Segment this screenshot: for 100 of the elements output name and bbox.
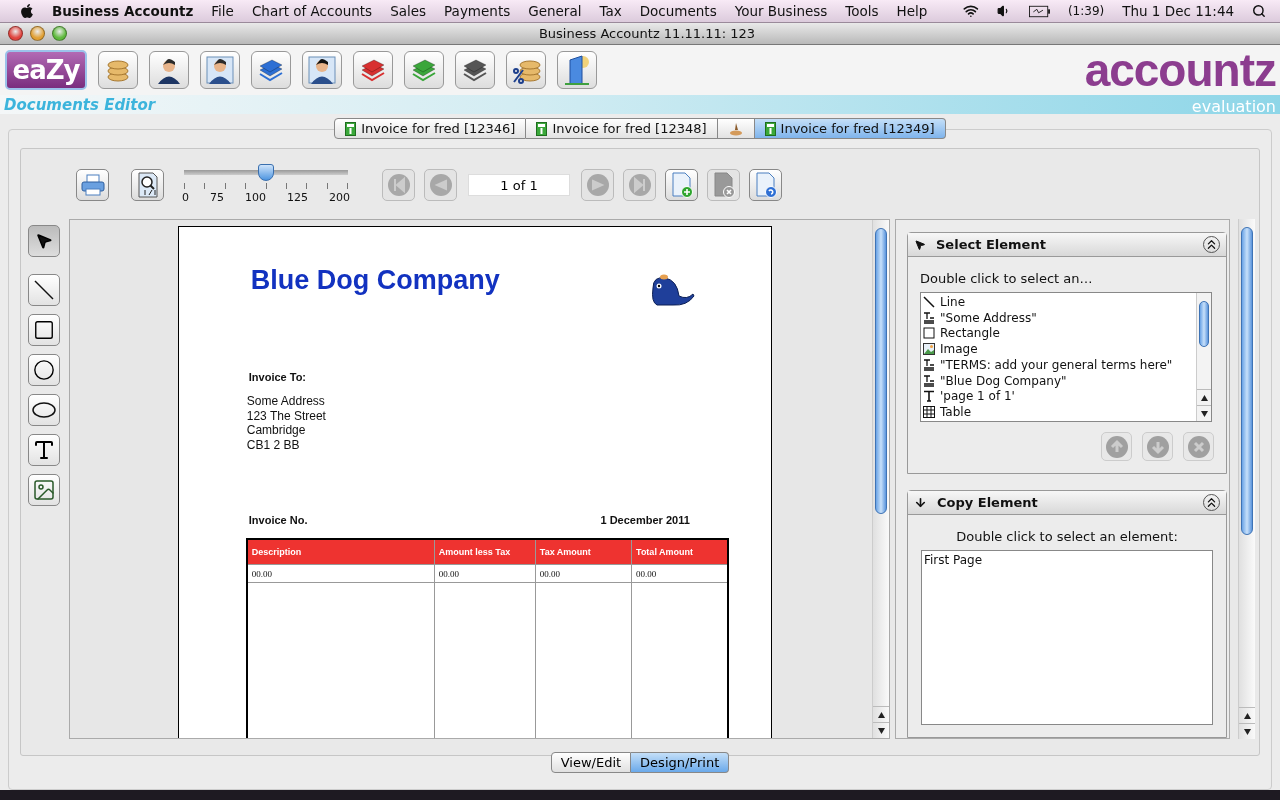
scrollbar-thumb[interactable]	[875, 228, 887, 514]
toolbar-button[interactable]	[200, 51, 240, 89]
print-button[interactable]	[76, 169, 109, 201]
table-header: Tax Amount	[535, 539, 632, 565]
back-icon	[386, 173, 411, 197]
search-icon[interactable]	[1252, 3, 1266, 19]
menu-item[interactable]: Tax	[599, 3, 622, 19]
element-list-item[interactable]: Image	[923, 341, 1194, 357]
menu-item[interactable]: General	[528, 3, 582, 19]
table-header: Amount less Tax	[434, 539, 536, 565]
scrollbar-thumb[interactable]	[1199, 301, 1209, 347]
line-icon	[33, 279, 55, 301]
add-page-button[interactable]	[665, 169, 698, 201]
line-icon	[923, 295, 935, 308]
element-list-item[interactable]: Table	[923, 404, 1194, 420]
section-title: Documents Editor	[4, 95, 156, 114]
element-list-item[interactable]: Line	[923, 294, 1194, 310]
remove-icon	[1186, 434, 1211, 459]
address-line: Cambridge	[246, 423, 307, 438]
table-cell: 00.00	[246, 564, 435, 583]
document-icon	[536, 121, 548, 136]
zoom-slider[interactable]: 0 75 100 125 200	[182, 166, 350, 204]
toolbar-button[interactable]	[455, 51, 495, 89]
menu-item[interactable]: File	[211, 3, 234, 19]
down-triangle-icon	[1243, 728, 1251, 735]
up-triangle-icon	[1243, 712, 1251, 719]
document-tab[interactable]: Invoice for fred [12348]	[526, 118, 718, 139]
menu-item[interactable]: Payments	[444, 3, 511, 19]
menu-item[interactable]: Sales	[390, 3, 427, 19]
actual-size-button[interactable]	[131, 169, 164, 201]
element-list-item[interactable]: "Some Address"	[923, 309, 1194, 326]
toolbar-button[interactable]	[557, 51, 597, 89]
address-line: Some Address	[246, 394, 326, 409]
panel-hint: Double click to select an…	[920, 271, 1094, 286]
page-list[interactable]: First Page	[921, 550, 1213, 725]
down-triangle-icon	[877, 727, 885, 734]
window-zoom-button[interactable]	[52, 26, 67, 41]
invoice-date: 1 December 2011	[599, 514, 690, 526]
home-button[interactable]: eaZy	[5, 50, 87, 90]
pointer-icon	[914, 238, 926, 251]
tool-button[interactable]	[28, 474, 60, 506]
scrollbar[interactable]	[872, 220, 889, 738]
panel-hint: Double click to select an element:	[956, 529, 1178, 544]
menu-item[interactable]: Documents	[639, 3, 717, 19]
company-name: Blue Dog Company	[250, 265, 500, 296]
toolbar-button[interactable]	[251, 51, 291, 89]
toolbar-button[interactable]	[149, 51, 189, 89]
battery-icon[interactable]	[1029, 4, 1050, 18]
menu-item[interactable]: Your Business	[734, 3, 828, 19]
table-header: Description	[246, 539, 435, 565]
table-cell: 00.00	[434, 564, 536, 583]
menu-app-name[interactable]: Business Accountz	[51, 3, 194, 19]
menu-item[interactable]: Tools	[845, 3, 879, 19]
page-settings-button[interactable]	[749, 169, 782, 201]
forward-icon	[585, 173, 610, 197]
document-tab[interactable]	[717, 118, 755, 139]
toolbar-button[interactable]	[506, 51, 546, 89]
printer-icon	[80, 174, 105, 196]
document-icon	[345, 121, 357, 136]
tool-button[interactable]	[28, 434, 60, 466]
menu-item[interactable]: Help	[896, 3, 928, 19]
toolbar-button[interactable]	[353, 51, 393, 89]
scrollbar[interactable]	[1238, 219, 1255, 739]
apple-icon[interactable]	[20, 3, 34, 19]
scrollbar[interactable]	[1196, 293, 1211, 421]
text-field-icon	[923, 311, 935, 324]
page-list-item[interactable]: First Page	[924, 552, 1210, 568]
panel-title: Copy Element	[937, 495, 1039, 510]
table-cell: 00.00	[535, 564, 632, 583]
mode-toggle[interactable]: View/Edit	[550, 752, 632, 773]
window-minimize-button[interactable]	[30, 26, 45, 41]
element-list[interactable]: Line "Some Address" Rectangle Image "TERMS: add your general terms here" "Blue Dog Company" 'page 1 of 1' Table	[920, 292, 1212, 422]
element-list-item[interactable]: "TERMS: add your general terms here"	[923, 357, 1194, 373]
toolbar-button[interactable]	[302, 51, 342, 89]
tool-button[interactable]	[28, 354, 60, 386]
slider-tick-label: 200	[329, 191, 350, 204]
element-list-item[interactable]: Rectangle	[923, 325, 1194, 342]
document-tab[interactable]: Invoice for fred [12346]	[334, 118, 527, 139]
element-list-item[interactable]: 'page 1 of 1'	[923, 388, 1194, 405]
tool-button[interactable]	[28, 314, 60, 346]
up-triangle-icon	[877, 711, 885, 718]
mode-toggle[interactable]: Design/Print	[631, 752, 730, 773]
menu-clock[interactable]: Thu 1 Dec 11:44	[1122, 3, 1235, 19]
slider-thumb[interactable]	[258, 164, 274, 181]
slider-tick-label: 125	[287, 191, 308, 204]
scrollbar-thumb[interactable]	[1241, 227, 1253, 535]
text-icon	[32, 438, 56, 462]
panel-title: Select Element	[936, 237, 1047, 252]
window-close-button[interactable]	[8, 26, 23, 41]
document-tab[interactable]: Invoice for fred [12349]	[754, 118, 946, 139]
table-icon	[923, 406, 935, 419]
down-arrow-icon	[914, 496, 927, 509]
tool-button[interactable]	[28, 225, 60, 257]
tool-button[interactable]	[28, 394, 60, 426]
element-list-item[interactable]: "Blue Dog Company"	[923, 372, 1194, 389]
invoice-number-label: Invoice No.	[247, 514, 308, 526]
forward-icon	[627, 173, 652, 197]
building-icon	[562, 54, 592, 86]
page-number-field[interactable]: 1 of 1	[468, 174, 570, 196]
menu-item[interactable]: Chart of Accounts	[251, 3, 373, 19]
